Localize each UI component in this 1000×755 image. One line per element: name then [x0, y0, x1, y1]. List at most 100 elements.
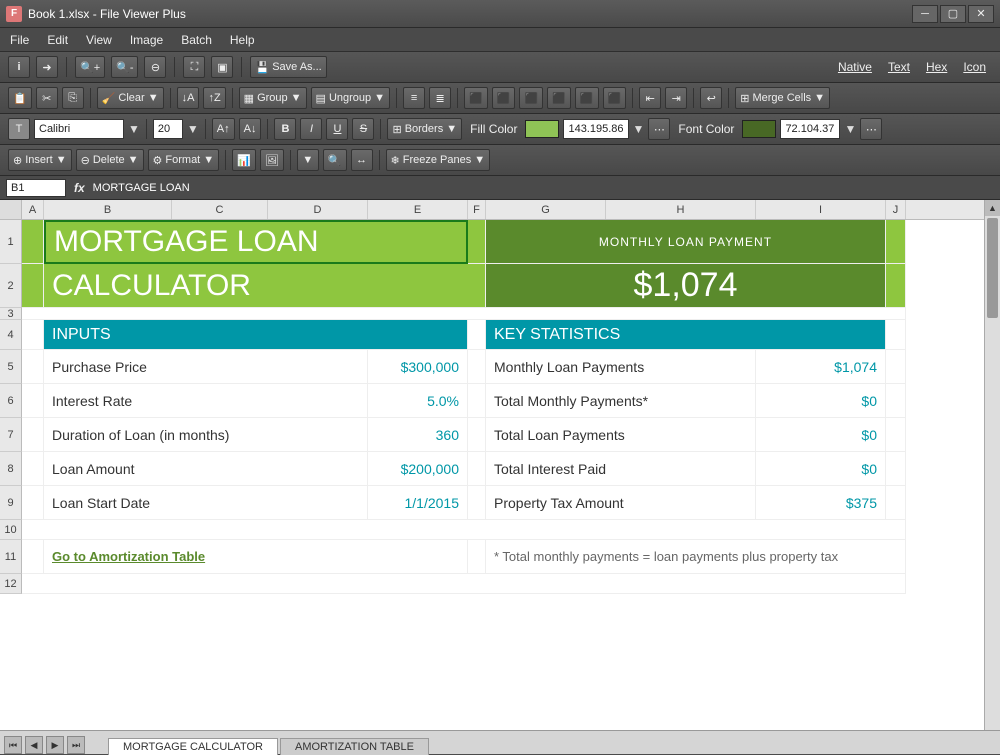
zoom-in-button[interactable]: 🔍+ — [75, 56, 105, 78]
sheet-tab-mortgage[interactable]: MORTGAGE CALCULATOR — [108, 738, 278, 755]
align-top-button[interactable]: ⬛ — [547, 87, 571, 109]
align-tool-2[interactable]: ≣ — [429, 87, 451, 109]
indent-dec-button[interactable]: ⇤ — [639, 87, 661, 109]
row-10[interactable]: 10 — [0, 520, 22, 540]
row-5[interactable]: 5 — [0, 350, 22, 384]
save-as-button[interactable]: 💾 Save As... — [250, 56, 326, 78]
align-right-button[interactable]: ⬛ — [519, 87, 543, 109]
align-center-button[interactable]: ⬛ — [492, 87, 516, 109]
strike-button[interactable]: S — [352, 118, 374, 140]
freeze-panes-button[interactable]: ❄ Freeze Panes ▼ — [386, 149, 491, 171]
stat-value-4[interactable]: $375 — [756, 486, 886, 520]
group-button[interactable]: ▦ Group ▼ — [239, 87, 307, 109]
menu-image[interactable]: Image — [130, 33, 163, 47]
zoom-reset-button[interactable]: ⊖ — [144, 56, 166, 78]
stat-label-0[interactable]: Monthly Loan Payments — [486, 350, 756, 384]
underline-button[interactable]: U — [326, 118, 348, 140]
row-7[interactable]: 7 — [0, 418, 22, 452]
tab-nav-first[interactable]: ⏮ — [4, 736, 22, 754]
col-E[interactable]: E — [368, 200, 468, 219]
delete-button[interactable]: ⊖ Delete ▼ — [76, 149, 144, 171]
row-3[interactable]: 3 — [0, 308, 22, 320]
find-button[interactable]: 🔍 — [323, 149, 347, 171]
font-size-caret[interactable]: ▼ — [187, 122, 199, 136]
font-size-select[interactable]: 20 — [153, 119, 183, 139]
payment-value[interactable]: $1,074 — [486, 264, 886, 308]
fill-color-swatch[interactable] — [525, 120, 559, 138]
row-1[interactable]: 1 — [0, 220, 22, 264]
close-button[interactable]: ✕ — [968, 5, 994, 23]
input-label-0[interactable]: Purchase Price — [44, 350, 368, 384]
view-hex[interactable]: Hex — [920, 58, 953, 76]
col-J[interactable]: J — [886, 200, 906, 219]
sort-desc-button[interactable]: ↑Z — [203, 87, 225, 109]
row-2[interactable]: 2 — [0, 264, 22, 308]
input-value-0[interactable]: $300,000 — [368, 350, 468, 384]
input-label-3[interactable]: Loan Amount — [44, 452, 368, 486]
input-value-3[interactable]: $200,000 — [368, 452, 468, 486]
input-label-1[interactable]: Interest Rate — [44, 384, 368, 418]
cut-button[interactable]: ✂ — [36, 87, 58, 109]
row-9[interactable]: 9 — [0, 486, 22, 520]
col-F[interactable]: F — [468, 200, 486, 219]
fit-button[interactable]: ▣ — [211, 56, 233, 78]
minimize-button[interactable]: ─ — [912, 5, 938, 23]
view-icon[interactable]: Icon — [957, 58, 992, 76]
row-11[interactable]: 11 — [0, 540, 22, 574]
stat-label-1[interactable]: Total Monthly Payments* — [486, 384, 756, 418]
ungroup-button[interactable]: ▤ Ungroup ▼ — [311, 87, 391, 109]
align-bottom-button[interactable]: ⬛ — [603, 87, 627, 109]
menu-edit[interactable]: Edit — [47, 33, 68, 47]
clear-button[interactable]: 🧹 Clear ▼ — [97, 87, 164, 109]
cell-B2[interactable]: CALCULATOR — [44, 264, 468, 308]
stat-value-0[interactable]: $1,074 — [756, 350, 886, 384]
select-all-corner[interactable] — [0, 200, 22, 219]
export-button[interactable]: ➜ — [36, 56, 58, 78]
tab-nav-next[interactable]: ▶ — [46, 736, 64, 754]
row-12[interactable]: 12 — [0, 574, 22, 594]
col-A[interactable]: A — [22, 200, 44, 219]
amortization-link[interactable]: Go to Amortization Table — [52, 549, 205, 564]
fill-color-value[interactable]: 143.195.86 — [563, 119, 628, 139]
stat-value-2[interactable]: $0 — [756, 418, 886, 452]
stat-value-1[interactable]: $0 — [756, 384, 886, 418]
sheet-tab-amortization[interactable]: AMORTIZATION TABLE — [280, 738, 429, 755]
borders-button[interactable]: ⊞ Borders ▼ — [387, 118, 462, 140]
info-button[interactable]: i — [8, 56, 30, 78]
col-H[interactable]: H — [606, 200, 756, 219]
fullscreen-button[interactable]: ⛶ — [183, 56, 205, 78]
font-grow-button[interactable]: A↑ — [212, 118, 235, 140]
menu-file[interactable]: File — [10, 33, 29, 47]
image-button[interactable]: 🖼 — [260, 149, 284, 171]
view-native[interactable]: Native — [832, 58, 878, 76]
row-8[interactable]: 8 — [0, 452, 22, 486]
input-value-4[interactable]: 1/1/2015 — [368, 486, 468, 520]
stat-label-2[interactable]: Total Loan Payments — [486, 418, 756, 452]
fill-more-button[interactable]: ⋯ — [648, 118, 670, 140]
vertical-scrollbar[interactable]: ▲ — [984, 200, 1000, 730]
sort-asc-button[interactable]: ↓A — [177, 87, 200, 109]
font-name-caret[interactable]: ▼ — [128, 122, 140, 136]
payment-label[interactable]: MONTHLY LOAN PAYMENT — [486, 220, 886, 264]
maximize-button[interactable]: ▢ — [940, 5, 966, 23]
row-4[interactable]: 4 — [0, 320, 22, 350]
align-tool-1[interactable]: ≡ — [403, 87, 425, 109]
font-name-select[interactable]: Calibri — [34, 119, 124, 139]
scroll-thumb[interactable] — [987, 218, 998, 318]
replace-button[interactable]: ↔ — [351, 149, 373, 171]
view-text[interactable]: Text — [882, 58, 916, 76]
col-D[interactable]: D — [268, 200, 368, 219]
input-value-1[interactable]: 5.0% — [368, 384, 468, 418]
inputs-header[interactable]: INPUTS — [44, 320, 468, 350]
col-I[interactable]: I — [756, 200, 886, 219]
zoom-out-button[interactable]: 🔍- — [111, 56, 138, 78]
input-value-2[interactable]: 360 — [368, 418, 468, 452]
paste-button[interactable]: 📋 — [8, 87, 32, 109]
col-G[interactable]: G — [486, 200, 606, 219]
tab-nav-prev[interactable]: ◀ — [25, 736, 43, 754]
cell-B1[interactable]: MORTGAGE LOAN — [44, 220, 468, 264]
merge-cells-button[interactable]: ⊞ Merge Cells ▼ — [735, 87, 830, 109]
stats-header[interactable]: KEY STATISTICS — [486, 320, 886, 350]
font-color-value[interactable]: 72.104.37 — [780, 119, 840, 139]
stat-label-4[interactable]: Property Tax Amount — [486, 486, 756, 520]
